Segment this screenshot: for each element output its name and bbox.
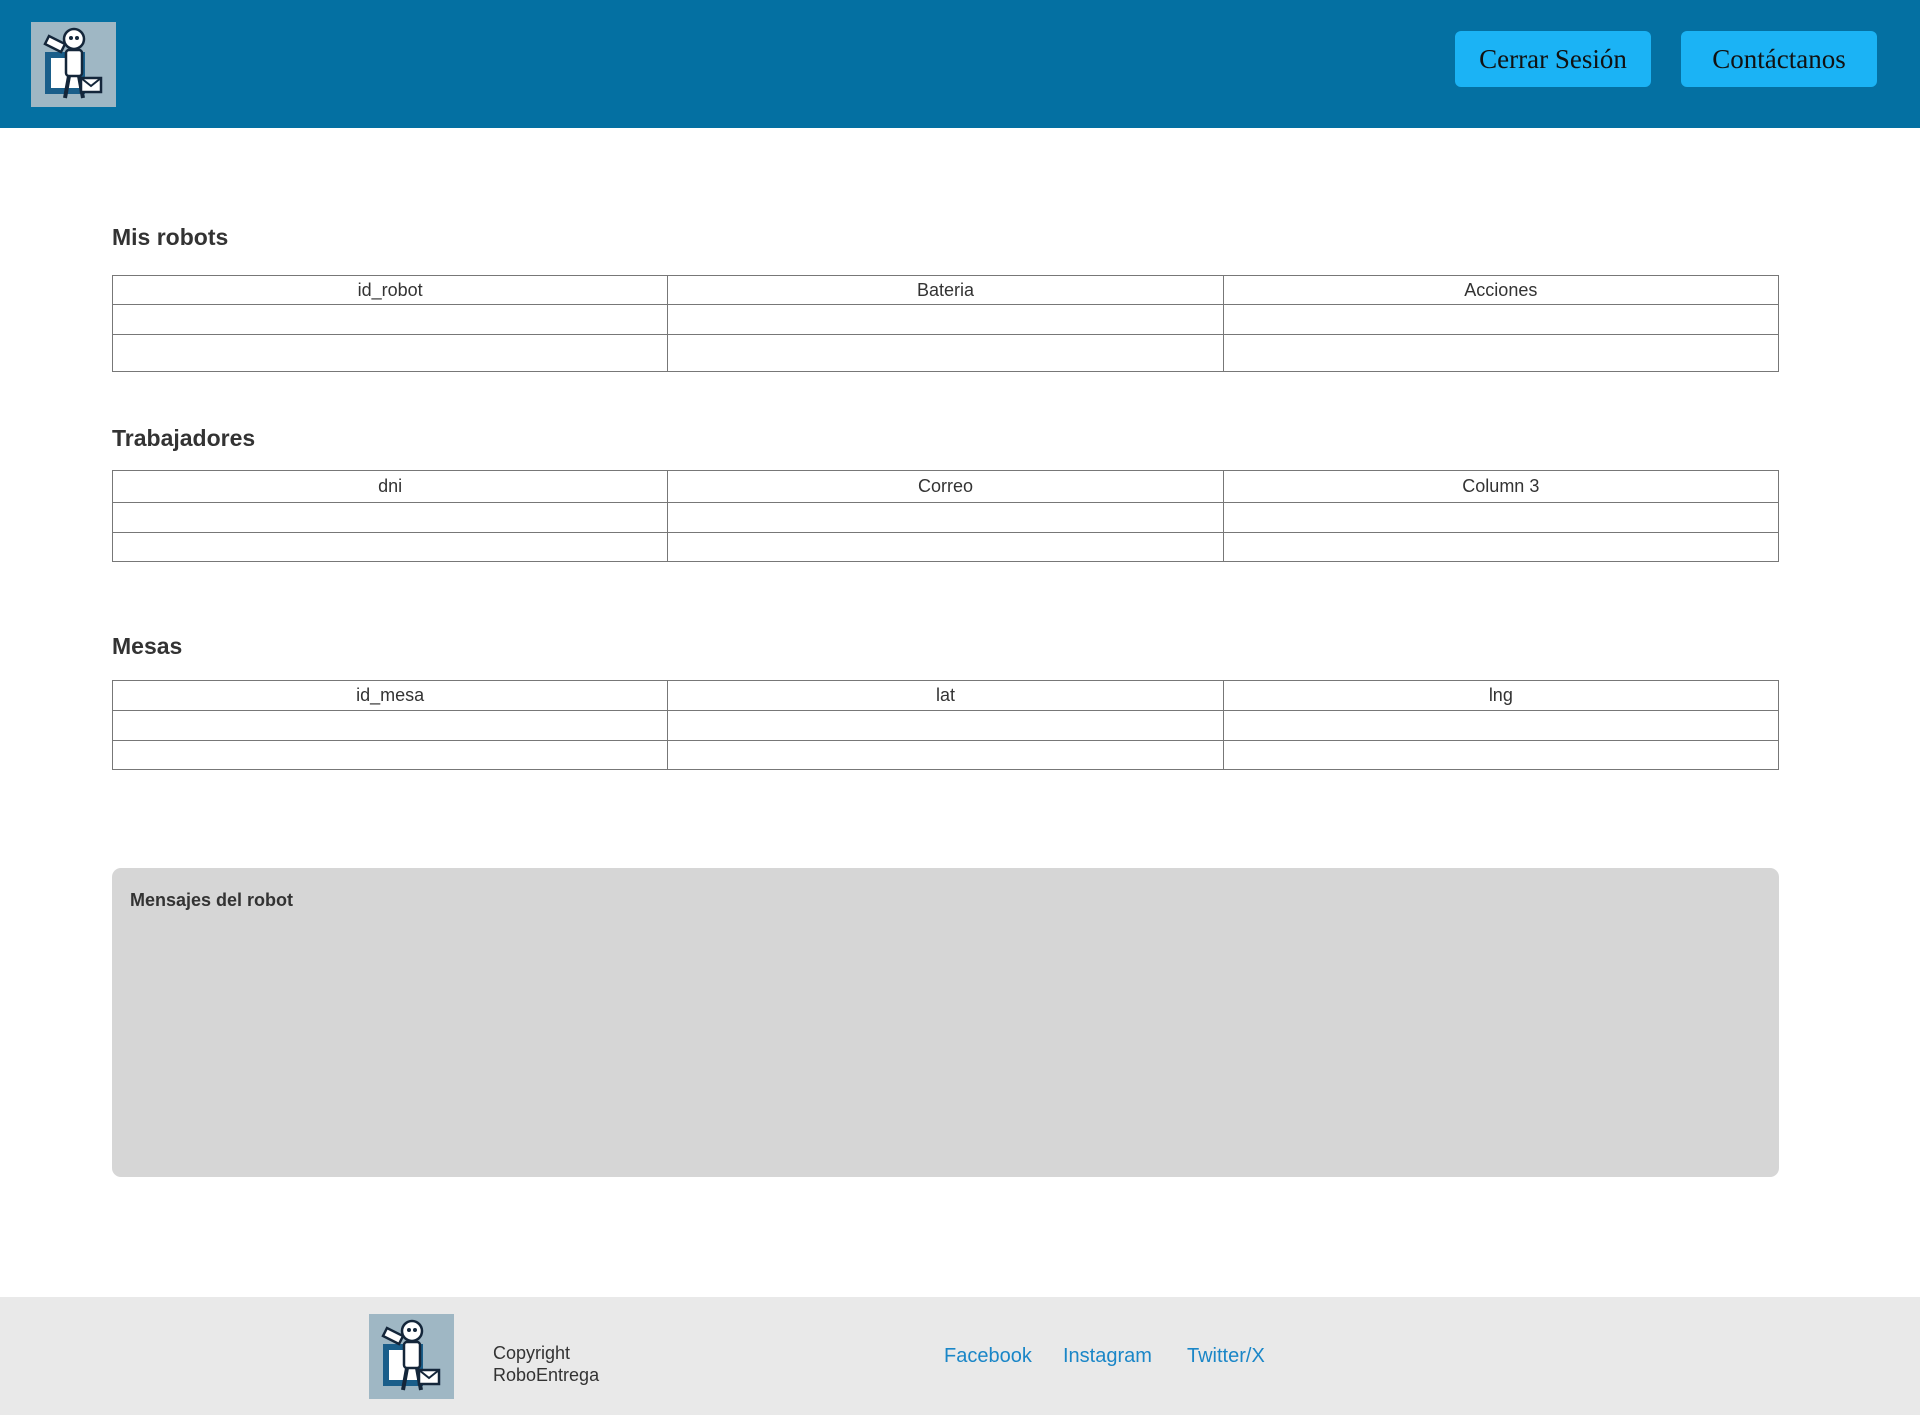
robot-messages-panel[interactable]: Mensajes del robot bbox=[112, 868, 1779, 1177]
robot-messages-title: Mensajes del robot bbox=[130, 890, 294, 910]
column-header-bateria[interactable]: Bateria bbox=[667, 275, 1224, 305]
column-header-correo[interactable]: Correo bbox=[667, 470, 1224, 503]
facebook-link[interactable]: Facebook bbox=[944, 1345, 1032, 1368]
copyright-line: Copyright bbox=[493, 1343, 571, 1363]
column-header-lat[interactable]: lat bbox=[667, 680, 1224, 711]
robots-section-title: Mis robots bbox=[112, 224, 229, 250]
table-row bbox=[111, 740, 1780, 770]
tables-section-title: Mesas bbox=[112, 633, 183, 659]
instagram-link[interactable]: Instagram bbox=[1063, 1345, 1152, 1368]
robot-logo-icon bbox=[369, 1314, 454, 1399]
table-row bbox=[111, 532, 1780, 562]
copyright-text: Copyright RoboEntrega bbox=[493, 1342, 599, 1386]
contact-button[interactable]: Contáctanos bbox=[1681, 31, 1877, 87]
table-row bbox=[111, 502, 1780, 533]
table-row bbox=[111, 710, 1780, 741]
app-header: Cerrar Sesión Contáctanos bbox=[0, 0, 1920, 128]
column-header-acciones[interactable]: Acciones bbox=[1222, 275, 1780, 305]
robots-table: id_robot Bateria Acciones bbox=[111, 275, 1780, 372]
mesas-table: id_mesa lat lng bbox=[111, 680, 1780, 770]
logout-button[interactable]: Cerrar Sesión bbox=[1455, 31, 1651, 87]
workers-table: dni Correo Column 3 bbox=[111, 470, 1780, 562]
column-header-lng[interactable]: lng bbox=[1222, 680, 1780, 711]
table-row bbox=[111, 304, 1780, 335]
column-header-column-3[interactable]: Column 3 bbox=[1222, 470, 1780, 503]
workers-section-title: Trabajadores bbox=[112, 425, 256, 451]
table-row bbox=[111, 334, 1780, 372]
column-header-dni[interactable]: dni bbox=[111, 470, 669, 503]
page-footer: Copyright RoboEntrega Facebook Instagram… bbox=[0, 1297, 1920, 1415]
robot-logo-icon[interactable] bbox=[31, 22, 116, 107]
column-header-id-mesa[interactable]: id_mesa bbox=[111, 680, 669, 711]
twitter-link[interactable]: Twitter/X bbox=[1187, 1345, 1265, 1368]
copyright-owner: RoboEntrega bbox=[493, 1365, 600, 1385]
column-header-id-robot[interactable]: id_robot bbox=[111, 275, 669, 305]
